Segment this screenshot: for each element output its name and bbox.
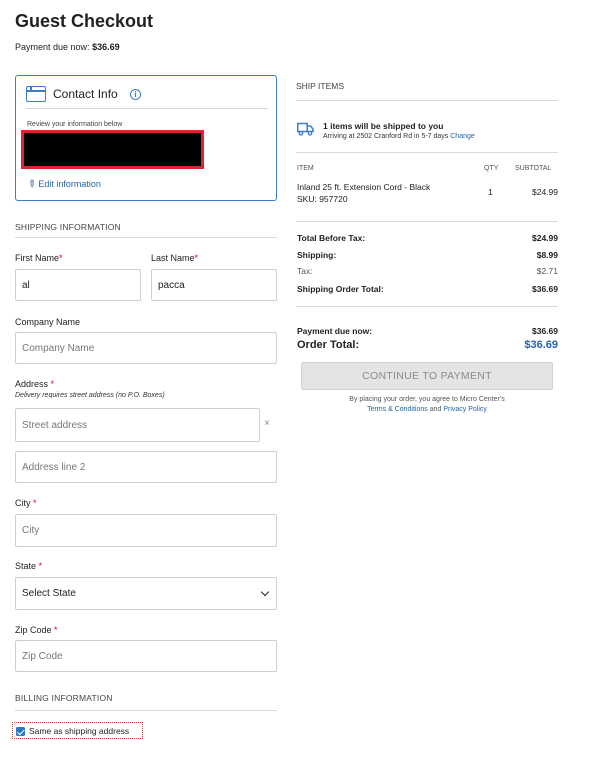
item-name: Inland 25 ft. Extension Cord - Black bbox=[297, 182, 431, 192]
state-label: State * bbox=[15, 561, 43, 571]
order-total-label: Order Total: bbox=[297, 339, 360, 351]
first-name-input[interactable]: al bbox=[15, 269, 141, 301]
same-as-shipping-label[interactable]: Same as shipping address bbox=[29, 726, 129, 736]
agreement-text: By placing your order, you agree to Micr… bbox=[349, 396, 505, 403]
payment-due-value: $36.69 bbox=[92, 42, 120, 52]
arrival-text: Arriving at 2502 Cranford Rd in 5-7 days bbox=[323, 133, 449, 140]
shipping-cost-value: $8.99 bbox=[536, 250, 558, 260]
state-select-value: Select State bbox=[22, 588, 76, 599]
shipping-order-total-label: Shipping Order Total: bbox=[297, 284, 384, 294]
section-divider bbox=[296, 152, 558, 153]
and-text: and bbox=[429, 406, 442, 413]
privacy-policy-link[interactable]: Privacy Policy bbox=[443, 406, 487, 413]
state-select[interactable]: Select State bbox=[15, 577, 277, 610]
column-header-subtotal: SUBTOTAL bbox=[515, 165, 552, 172]
item-subtotal: $24.99 bbox=[532, 187, 558, 197]
street-address-input[interactable]: Street address bbox=[15, 408, 260, 442]
zip-code-label: Zip Code * bbox=[15, 625, 58, 635]
tax-value: $2.71 bbox=[536, 266, 558, 276]
payment-due-line: Payment due now: $36.69 bbox=[15, 42, 120, 52]
address-line-2-input[interactable]: Address line 2 bbox=[15, 451, 277, 483]
change-address-link[interactable]: Change bbox=[450, 133, 475, 140]
payment-due-label: Payment due now: bbox=[15, 42, 90, 52]
section-divider bbox=[296, 221, 558, 222]
terms-conditions-link[interactable]: Terms & Conditions bbox=[367, 406, 428, 413]
last-name-label: Last Name* bbox=[151, 253, 199, 263]
address-label: Address * bbox=[15, 379, 55, 389]
truck-icon bbox=[297, 122, 314, 136]
arrival-info: Arriving at 2502 Cranford Rd in 5-7 days… bbox=[323, 133, 475, 140]
section-divider bbox=[15, 237, 277, 238]
continue-to-payment-button[interactable]: CONTINUE TO PAYMENT bbox=[301, 362, 553, 390]
address-note: Delivery requires street address (no P.O… bbox=[15, 392, 165, 399]
edit-information-link[interactable]: ✎Edit information bbox=[24, 177, 101, 192]
ship-items-title: SHIP ITEMS bbox=[296, 81, 345, 91]
shipping-order-total-value: $36.69 bbox=[532, 284, 558, 294]
last-name-input[interactable]: pacca bbox=[151, 269, 277, 301]
close-icon[interactable]: × bbox=[264, 418, 270, 429]
city-input[interactable]: City bbox=[15, 514, 277, 547]
total-before-tax-label: Total Before Tax: bbox=[297, 233, 366, 243]
same-as-shipping-checkbox[interactable]: Same as shipping address bbox=[12, 722, 143, 739]
order-total-value: $36.69 bbox=[524, 339, 558, 351]
contact-info-title: Contact Info bbox=[53, 87, 118, 101]
payment-due-now-label: Payment due now: bbox=[297, 326, 373, 336]
section-divider bbox=[296, 100, 558, 101]
page-title: Guest Checkout bbox=[15, 11, 154, 31]
column-header-item: ITEM bbox=[297, 165, 314, 172]
item-sku: SKU: 957720 bbox=[297, 194, 348, 204]
total-before-tax-value: $24.99 bbox=[532, 233, 558, 243]
shipping-cost-label: Shipping: bbox=[297, 250, 337, 260]
first-name-label: First Name* bbox=[15, 253, 63, 263]
city-label: City * bbox=[15, 498, 37, 508]
contact-card-icon bbox=[26, 86, 46, 102]
redacted-contact-details bbox=[21, 130, 204, 169]
pencil-icon: ✎ bbox=[24, 177, 39, 192]
contact-info-card: Contact Info i Review your information b… bbox=[15, 75, 277, 201]
shipping-section-title: SHIPPING INFORMATION bbox=[15, 222, 121, 232]
section-divider bbox=[15, 710, 277, 711]
checkmark-icon[interactable] bbox=[16, 727, 25, 736]
billing-section-title: BILLING INFORMATION bbox=[15, 693, 113, 703]
column-header-qty: QTY bbox=[484, 165, 499, 172]
item-qty: 1 bbox=[488, 187, 493, 197]
contact-info-header: Contact Info i bbox=[26, 85, 268, 109]
edit-information-label: Edit information bbox=[38, 179, 101, 189]
chevron-down-icon bbox=[260, 587, 270, 597]
agreement-links: Terms & Conditions and Privacy Policy bbox=[301, 406, 553, 413]
payment-due-now-value: $36.69 bbox=[532, 326, 558, 336]
shipment-summary: 1 items will be shipped to you bbox=[323, 121, 444, 131]
zip-code-input[interactable]: Zip Code bbox=[15, 640, 277, 672]
info-icon[interactable]: i bbox=[130, 89, 141, 100]
tax-label: Tax: bbox=[297, 266, 313, 276]
company-name-label: Company Name bbox=[15, 317, 81, 327]
section-divider bbox=[296, 306, 558, 307]
company-name-input[interactable]: Company Name bbox=[15, 332, 277, 364]
review-text: Review your information below bbox=[27, 121, 123, 128]
